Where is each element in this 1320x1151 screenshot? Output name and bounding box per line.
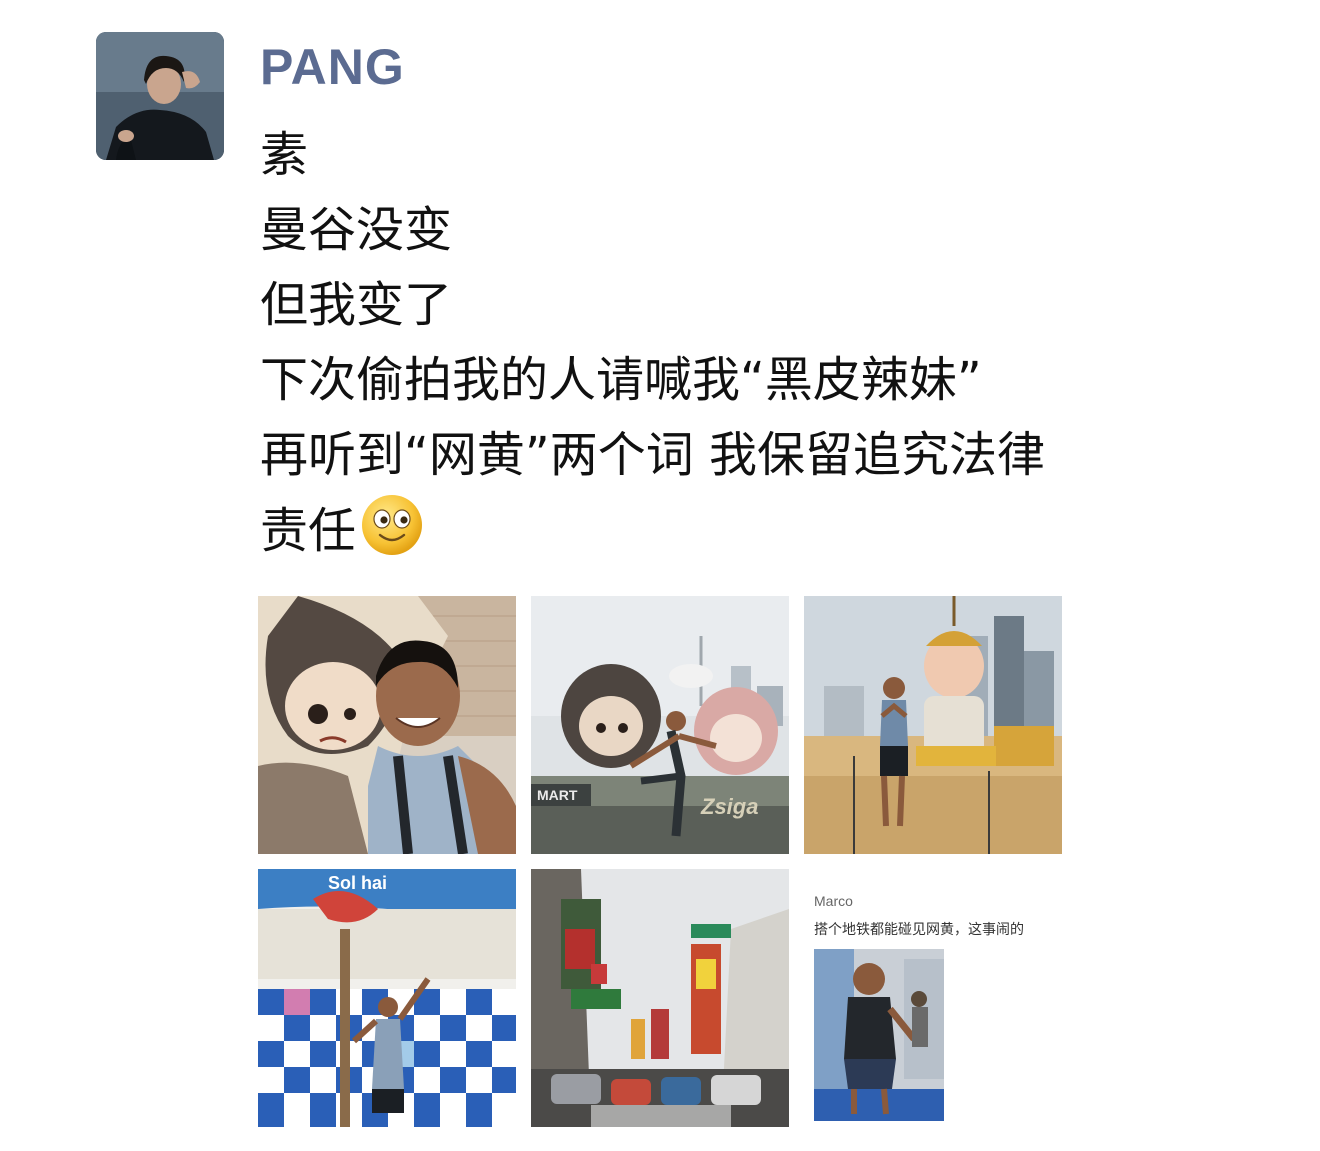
username[interactable]: PANG xyxy=(260,36,405,98)
post-line: 但我变了 xyxy=(260,277,453,333)
sign-text-2: Zsiga xyxy=(700,794,758,819)
sculpture-pose-image: MART Zsiga xyxy=(531,596,789,854)
post-line: 素 xyxy=(260,127,309,183)
sign-text: Sol hai xyxy=(328,873,387,893)
avatar-image xyxy=(96,32,224,160)
rooftop-statue-image xyxy=(804,596,1062,854)
selfie-mural-image xyxy=(258,596,516,854)
photo-grid: MART Zsiga Sol hai Marco 搭个地铁都能碰见网黄，这事闹的 xyxy=(258,596,1063,1128)
post-line-text: 责任 xyxy=(260,503,357,559)
post-line: 再听到“网黄”两个词 我保留追究法律 xyxy=(260,427,1045,483)
smile-icon xyxy=(360,493,424,557)
caption-author: Marco xyxy=(814,893,853,909)
photo-thumbnail[interactable] xyxy=(258,596,516,854)
caption-text: 搭个地铁都能碰见网黄，这事闹的 xyxy=(814,922,1024,938)
street-scene-image xyxy=(531,869,789,1127)
photo-thumbnail[interactable] xyxy=(531,869,789,1127)
sign-text: MART xyxy=(537,787,578,803)
avatar[interactable] xyxy=(96,32,224,160)
post-line-last: 责任 xyxy=(260,493,1240,569)
post-text: 素 曼谷没变 但我变了 下次偷拍我的人请喊我“黑皮辣妹” 再听到“网黄”两个词 … xyxy=(260,118,1240,569)
subway-image xyxy=(814,949,944,1121)
post-line: 下次偷拍我的人请喊我“黑皮辣妹” xyxy=(260,352,982,408)
photo-thumbnail[interactable] xyxy=(804,596,1062,854)
post-line: 曼谷没变 xyxy=(260,202,453,258)
storefront-pole-image: Sol hai xyxy=(258,869,516,1127)
photo-thumbnail[interactable]: MART Zsiga xyxy=(531,596,789,854)
photo-thumbnail-screenshot[interactable]: Marco 搭个地铁都能碰见网黄，这事闹的 xyxy=(804,869,1062,1127)
photo-thumbnail[interactable]: Sol hai xyxy=(258,869,516,1127)
